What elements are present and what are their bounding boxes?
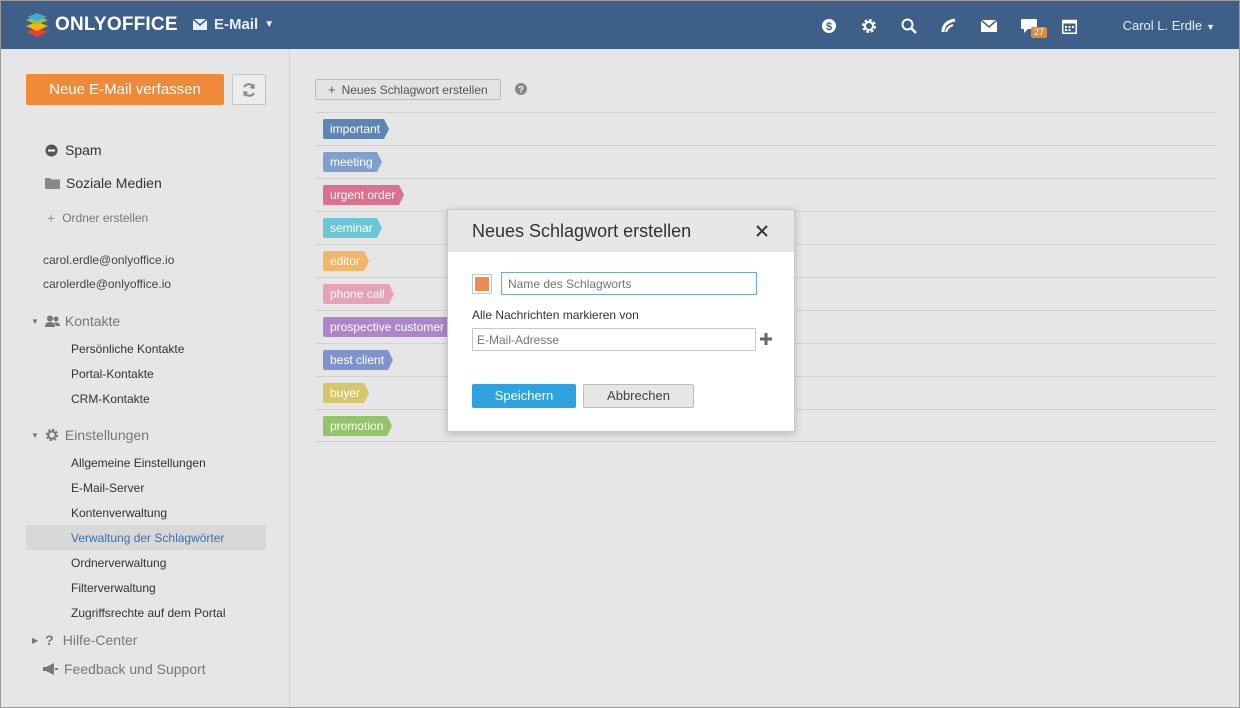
search-icon[interactable]: [889, 15, 929, 37]
plus-icon: [760, 333, 772, 345]
settings-item-mail-server[interactable]: E-Mail-Server: [71, 481, 144, 495]
help-center-label: Hilfe-Center: [62, 632, 138, 648]
email-address-input[interactable]: [472, 328, 756, 351]
module-switcher[interactable]: E-Mail ▼: [193, 16, 274, 33]
close-button[interactable]: [754, 223, 770, 239]
tag-label[interactable]: editor: [323, 251, 370, 271]
settings-label: Einstellungen: [64, 427, 149, 443]
refresh-button[interactable]: [232, 74, 266, 105]
plus-icon: +: [328, 82, 336, 97]
question-icon: ?: [45, 632, 54, 648]
header-toolbar: $ 27: [809, 15, 1089, 38]
tag-row[interactable]: important: [315, 112, 1216, 145]
settings-item-tags-label: Verwaltung der Schlagwörter: [71, 531, 225, 545]
user-menu[interactable]: Carol L. Erdle ▼: [1123, 18, 1215, 33]
onlyoffice-logo-icon: [26, 13, 48, 37]
dialog-title: Neues Schlagwort erstellen: [472, 221, 692, 241]
tag-label[interactable]: important: [323, 119, 390, 139]
app-window: ONLYOFFICE E-Mail ▼ $ 27 Carol L. Erdle …: [0, 0, 1240, 708]
folder-spam[interactable]: Spam: [45, 142, 102, 158]
dialog-header: Neues Schlagwort erstellen: [448, 210, 794, 252]
svg-text:$: $: [826, 21, 832, 33]
brand-name: ONLYOFFICE: [55, 14, 178, 35]
mark-messages-label: Alle Nachrichten markieren von: [472, 308, 639, 322]
settings-item-filters[interactable]: Filterverwaltung: [71, 581, 156, 595]
chat-badge: 27: [1031, 27, 1048, 38]
gear-icon: [45, 428, 59, 442]
minus-circle-icon: [45, 144, 58, 156]
triangle-down-icon: ▼: [31, 430, 39, 440]
tag-name-input[interactable]: [501, 272, 757, 295]
create-folder-link[interactable]: + Ordner erstellen: [47, 210, 148, 226]
tag-label[interactable]: promotion: [323, 416, 393, 436]
sidebar: Neue E-Mail verfassen Spam Soziale Medie…: [1, 49, 290, 707]
compose-button[interactable]: Neue E-Mail verfassen: [26, 74, 224, 105]
help-icon[interactable]: ?: [515, 83, 527, 98]
triangle-right-icon: ▶: [32, 635, 39, 645]
new-tag-button[interactable]: + Neues Schlagwort erstellen: [315, 79, 501, 100]
settings-section[interactable]: ▼ Einstellungen: [31, 427, 149, 443]
contacts-label: Kontakte: [64, 313, 121, 329]
contacts-item-personal[interactable]: Persönliche Kontakte: [71, 342, 184, 356]
feed-icon[interactable]: [929, 15, 969, 37]
refresh-icon: [243, 82, 255, 97]
cancel-button[interactable]: Abbrechen: [583, 384, 694, 408]
contacts-item-crm[interactable]: CRM-Kontakte: [71, 392, 150, 406]
chevron-down-icon: ▼: [1206, 22, 1215, 32]
contacts-section[interactable]: ▼ Kontakte: [31, 313, 120, 329]
tag-label[interactable]: urgent order: [323, 185, 405, 205]
tag-color-picker[interactable]: [472, 274, 492, 294]
new-tag-dialog: Neues Schlagwort erstellen Alle Nachrich…: [447, 209, 795, 432]
account-item[interactable]: carol.erdle@onlyoffice.io: [43, 253, 174, 267]
tag-label[interactable]: best client: [323, 350, 394, 370]
calendar-icon[interactable]: [1049, 15, 1089, 37]
folder-label: Soziale Medien: [66, 175, 162, 191]
megaphone-icon: [43, 663, 58, 675]
folder-social-media[interactable]: Soziale Medien: [45, 175, 162, 191]
tag-row[interactable]: meeting: [315, 145, 1216, 178]
settings-item-accounts[interactable]: Kontenverwaltung: [71, 506, 167, 520]
feedback-label: Feedback und Support: [64, 661, 206, 677]
tag-label[interactable]: buyer: [323, 383, 370, 403]
create-folder-label: Ordner erstellen: [62, 211, 149, 225]
contacts-icon: [44, 315, 60, 327]
tag-label[interactable]: phone call: [323, 284, 394, 304]
module-name: E-Mail: [214, 16, 259, 33]
envelope-icon: [193, 19, 207, 30]
folder-icon: [45, 178, 60, 189]
brand-logo[interactable]: ONLYOFFICE: [25, 13, 178, 37]
contacts-item-portal[interactable]: Portal-Kontakte: [71, 367, 154, 381]
tag-row[interactable]: urgent order: [315, 178, 1216, 211]
settings-item-access-rights[interactable]: Zugriffsrechte auf dem Portal: [71, 606, 226, 620]
account-item[interactable]: carolerdle@onlyoffice.io: [43, 277, 171, 291]
help-center-section[interactable]: ▶ ? Hilfe-Center: [32, 632, 137, 648]
add-address-button[interactable]: [760, 333, 772, 348]
feedback-link[interactable]: Feedback und Support: [43, 661, 206, 677]
top-navigation-bar: ONLYOFFICE E-Mail ▼ $ 27 Carol L. Erdle …: [1, 1, 1239, 49]
tag-label[interactable]: meeting: [323, 152, 382, 172]
save-button[interactable]: Speichern: [472, 384, 576, 408]
coin-icon[interactable]: $: [809, 15, 849, 37]
settings-item-tags[interactable]: Verwaltung der Schlagwörter: [26, 525, 266, 550]
gear-icon[interactable]: [849, 15, 889, 37]
settings-item-folders[interactable]: Ordnerverwaltung: [71, 556, 166, 570]
svg-text:?: ?: [518, 85, 524, 95]
close-icon: [756, 225, 768, 237]
account-email: carolerdle@onlyoffice.io: [43, 277, 172, 291]
new-tag-label: Neues Schlagwort erstellen: [341, 83, 488, 97]
folder-label: Spam: [65, 142, 102, 158]
tag-label[interactable]: prospective customer: [323, 317, 454, 337]
tag-label[interactable]: seminar: [323, 218, 382, 238]
mail-icon[interactable]: [969, 15, 1009, 37]
chevron-down-icon: ▼: [264, 19, 275, 30]
plus-icon: +: [47, 210, 56, 226]
account-email: carol.erdle@onlyoffice.io: [43, 253, 175, 267]
tag-color-swatch: [475, 277, 489, 291]
settings-item-general[interactable]: Allgemeine Einstellungen: [71, 456, 206, 470]
user-name: Carol L. Erdle: [1122, 18, 1203, 33]
triangle-down-icon: ▼: [31, 316, 39, 326]
chat-icon[interactable]: 27: [1009, 15, 1049, 38]
